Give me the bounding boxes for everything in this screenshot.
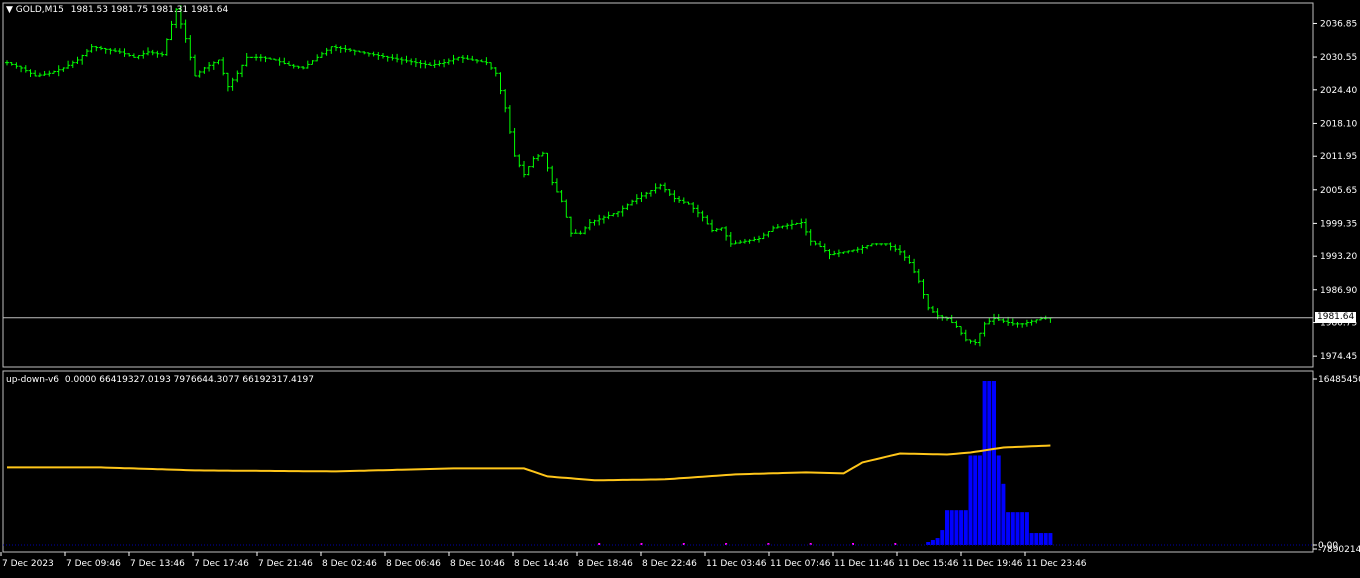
- histogram-bar: [1020, 512, 1025, 545]
- time-axis-label: 7 Dec 13:46: [130, 559, 185, 569]
- histogram-bar: [1015, 512, 1020, 545]
- histogram-bar: [1039, 533, 1043, 545]
- histogram-bar: [1048, 533, 1053, 545]
- price-axis-label: 1974.45: [1320, 352, 1357, 362]
- histogram-bar: [1043, 533, 1048, 545]
- histogram-bar: [1010, 512, 1015, 545]
- histogram-bar: [968, 455, 973, 545]
- current-price-tag: 1981.64: [1315, 312, 1357, 324]
- histogram-bar: [940, 530, 945, 545]
- time-axis-label: 11 Dec 15:46: [898, 559, 959, 569]
- histogram-bar: [996, 455, 1001, 545]
- histogram-bar: [992, 381, 996, 545]
- time-axis-label: 8 Dec 14:46: [514, 559, 569, 569]
- histogram-bar: [973, 455, 978, 545]
- histogram-bar: [1001, 483, 1006, 545]
- time-axis-label: 8 Dec 10:46: [450, 559, 505, 569]
- time-axis-label: 11 Dec 19:46: [962, 559, 1023, 569]
- ohlc-readout: 1981.53 1981.75 1981.31 1981.64: [70, 5, 229, 15]
- time-axis-label: 8 Dec 22:46: [642, 559, 697, 569]
- histogram-bar: [935, 538, 940, 545]
- collapse-triangle-icon[interactable]: ▼: [6, 5, 13, 15]
- time-axis-label: 11 Dec 11:46: [834, 559, 895, 569]
- histogram-bar: [977, 455, 982, 545]
- indicator-axis-label: 16485450: [1318, 375, 1360, 385]
- price-axis-label: 1986.90: [1320, 286, 1357, 296]
- time-axis-label: 11 Dec 03:46: [706, 559, 767, 569]
- symbol-label: GOLD,M15: [15, 5, 64, 15]
- time-axis-label: 7 Dec 17:46: [194, 559, 249, 569]
- time-axis-label: 7 Dec 09:46: [66, 559, 121, 569]
- price-axis-label: 2030.55: [1320, 53, 1357, 63]
- histogram-bar: [949, 510, 954, 545]
- time-axis-label: 8 Dec 02:46: [322, 559, 377, 569]
- histogram-bar: [987, 381, 992, 545]
- chart-canvas[interactable]: 2036.85 2030.55 2024.40 2018.10 2011.95 2005.…: [0, 0, 1360, 575]
- histogram-bar: [926, 542, 931, 545]
- histogram-bar: [930, 540, 935, 545]
- indicator-name: up-down-v6: [6, 375, 60, 385]
- time-axis-label: 8 Dec 06:46: [386, 559, 441, 569]
- time-axis-label: 11 Dec 23:46: [1026, 559, 1087, 569]
- price-axis-label: 2005.65: [1320, 186, 1357, 196]
- histogram-bar: [982, 381, 987, 545]
- price-axis-label: 1999.35: [1320, 219, 1357, 229]
- histogram-bar: [954, 510, 959, 545]
- histogram-bar: [945, 510, 949, 545]
- time-axis-label: 11 Dec 07:46: [770, 559, 831, 569]
- indicator-header: up-down-v6 0.0000 66419327.0193 7976644.…: [6, 375, 314, 385]
- indicator-axis-label: -7890214: [1318, 545, 1360, 555]
- histogram-mark: [598, 543, 601, 545]
- histogram-bar: [1034, 533, 1039, 545]
- histogram-bar: [959, 510, 964, 545]
- histogram-bar: [963, 510, 968, 545]
- main-header[interactable]: ▼ GOLD,M15 1981.53 1981.75 1981.31 1981.…: [6, 5, 228, 15]
- time-axis-label: 7 Dec 2023: [2, 559, 54, 569]
- time-axis-label: 7 Dec 21:46: [258, 559, 313, 569]
- price-axis-label: 1993.20: [1320, 252, 1357, 262]
- chart-background: [0, 0, 1360, 575]
- histogram-bar: [1029, 533, 1034, 545]
- price-axis-label: 2018.10: [1320, 119, 1357, 129]
- indicator-values: 0.0000 66419327.0193 7976644.3077 661923…: [64, 375, 314, 385]
- trading-chart[interactable]: 2036.85 2030.55 2024.40 2018.10 2011.95 2005.…: [0, 0, 1360, 575]
- price-axis-label: 2024.40: [1320, 86, 1357, 96]
- histogram-bar: [1006, 512, 1011, 545]
- price-axis-label: 2011.95: [1320, 152, 1357, 162]
- histogram-bar: [1024, 512, 1029, 545]
- time-axis-label: 8 Dec 18:46: [578, 559, 633, 569]
- price-axis-label: 2036.85: [1320, 19, 1357, 29]
